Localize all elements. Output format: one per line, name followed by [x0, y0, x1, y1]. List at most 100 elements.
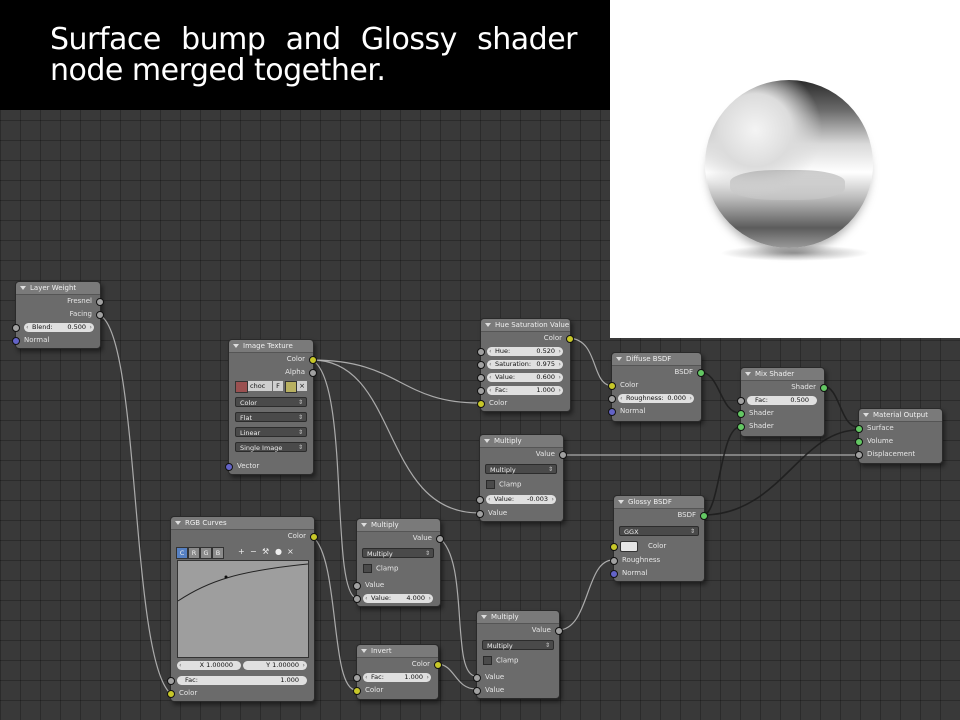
node-header[interactable]: Material Output — [859, 409, 942, 422]
socket-shader-1[interactable]: Shader — [737, 407, 824, 420]
node-header[interactable]: Multiply — [480, 435, 563, 448]
decrement-arrow[interactable]: ‹ — [26, 323, 29, 332]
value-field[interactable]: ‹ Value: 0.600 › — [487, 373, 563, 382]
socket-alpha[interactable]: Alpha — [229, 366, 317, 379]
socket-dot[interactable] — [855, 438, 863, 446]
socket-dot[interactable] — [700, 512, 708, 520]
tab-g[interactable]: G — [200, 547, 212, 559]
increment-arrow[interactable]: › — [689, 394, 692, 403]
socket-dot[interactable] — [697, 369, 705, 377]
collapse-icon[interactable] — [20, 286, 26, 290]
distribution-dropdown[interactable]: GGX ⇕ — [619, 526, 699, 536]
socket-dot[interactable] — [476, 510, 484, 518]
open-image-icon[interactable] — [285, 381, 297, 393]
tab-c[interactable]: C — [176, 547, 188, 559]
socket-dot[interactable] — [12, 324, 20, 332]
wrench-icon[interactable]: ⚒ — [262, 547, 269, 557]
socket-dot[interactable] — [477, 387, 485, 395]
socket-dot[interactable] — [225, 463, 233, 471]
socket-dot[interactable] — [608, 408, 616, 416]
socket-normal[interactable]: Normal — [12, 334, 100, 347]
decrement-arrow[interactable]: ‹ — [620, 394, 623, 403]
decrement-arrow[interactable]: ‹ — [365, 673, 368, 682]
curve-graph[interactable] — [177, 560, 309, 658]
collapse-icon[interactable] — [361, 649, 367, 653]
node-hue-saturation-value[interactable]: Hue Saturation Value Color ‹ Hue: 0.520 › ‹… — [477, 318, 574, 412]
y-coordinate-field[interactable]: Y 1.00000 › — [243, 661, 307, 670]
decrement-arrow[interactable]: ‹ — [488, 495, 491, 504]
zoom-in-icon[interactable]: + — [238, 547, 245, 557]
socket-dot[interactable] — [566, 335, 574, 343]
socket-dot[interactable] — [436, 535, 444, 543]
socket-surface[interactable]: Surface — [855, 422, 942, 435]
socket-dot[interactable] — [353, 687, 361, 695]
socket-displacement[interactable]: Displacement — [855, 448, 942, 461]
operation-dropdown[interactable]: Multiply ⇕ — [482, 640, 554, 650]
socket-dot[interactable] — [610, 543, 618, 551]
socket-dot[interactable] — [309, 356, 317, 364]
socket-dot[interactable] — [353, 674, 361, 682]
tab-r[interactable]: R — [188, 547, 200, 559]
increment-arrow[interactable]: › — [558, 386, 561, 395]
collapse-icon[interactable] — [175, 521, 181, 525]
socket-color[interactable]: Color — [610, 540, 712, 553]
node-material-output[interactable]: Material Output Surface Volume Displacem… — [855, 408, 943, 464]
socket-color-in[interactable]: Color — [167, 687, 322, 700]
collapse-icon[interactable] — [361, 523, 367, 527]
socket-color[interactable]: Color — [608, 379, 701, 392]
value-field[interactable]: ‹ Value: -0.003 › — [486, 495, 556, 504]
collapse-icon[interactable] — [484, 439, 490, 443]
zoom-out-icon[interactable]: − — [250, 547, 257, 557]
node-header[interactable]: Hue Saturation Value — [481, 319, 570, 332]
socket-dot[interactable] — [353, 582, 361, 590]
decrement-arrow[interactable]: ‹ — [489, 373, 492, 382]
socket-color-out[interactable]: Color — [171, 530, 318, 543]
socket-vector[interactable]: Vector — [225, 460, 321, 473]
projection-dropdown[interactable]: Flat ⇕ — [235, 412, 307, 422]
socket-dot[interactable] — [96, 298, 104, 306]
socket-value-in-2[interactable]: Value — [473, 684, 567, 697]
node-multiply-top[interactable]: Multiply Value Multiply ⇕ Clamp ‹ Value: -0… — [476, 434, 567, 522]
collapse-icon[interactable] — [863, 413, 869, 417]
curve-point[interactable] — [224, 575, 228, 579]
socket-dot[interactable] — [167, 677, 175, 685]
roughness-field[interactable]: ‹ Roughness: 0.000 › — [618, 394, 694, 403]
collapse-icon[interactable] — [485, 323, 491, 327]
saturation-field[interactable]: ‹ Saturation: 0.975 › — [487, 360, 563, 369]
socket-fresnel[interactable]: Fresnel — [16, 295, 104, 308]
socket-normal[interactable]: Normal — [610, 567, 712, 580]
decrement-arrow[interactable]: ‹ — [489, 360, 492, 369]
socket-value-out[interactable]: Value — [357, 532, 444, 545]
socket-dot[interactable] — [12, 337, 20, 345]
socket-dot[interactable] — [476, 496, 484, 504]
socket-dot[interactable] — [855, 425, 863, 433]
clamp-checkbox[interactable]: Clamp — [363, 564, 398, 573]
node-header[interactable]: Multiply — [357, 519, 440, 532]
socket-shader-2[interactable]: Shader — [737, 420, 824, 433]
clamp-checkbox[interactable]: Clamp — [486, 480, 521, 489]
socket-dot[interactable] — [310, 533, 318, 541]
socket-dot[interactable] — [820, 384, 828, 392]
collapse-icon[interactable] — [233, 344, 239, 348]
socket-volume[interactable]: Volume — [855, 435, 942, 448]
socket-color-in[interactable]: Color — [353, 684, 438, 697]
source-dropdown[interactable]: Single Image ⇕ — [235, 442, 307, 452]
socket-dot[interactable] — [96, 311, 104, 319]
socket-color-out[interactable]: Color — [481, 332, 574, 345]
socket-dot[interactable] — [353, 595, 361, 603]
delete-point-icon[interactable]: × — [287, 547, 294, 557]
decrement-arrow[interactable]: ‹ — [365, 594, 368, 603]
node-multiply-bottom[interactable]: Multiply Value Multiply ⇕ Clamp Value Val… — [473, 610, 563, 699]
fac-field[interactable]: ‹ Fac: 1.000 › — [487, 386, 563, 395]
hue-field[interactable]: ‹ Hue: 0.520 › — [487, 347, 563, 356]
clip-icon[interactable]: ● — [275, 547, 282, 557]
node-header[interactable]: RGB Curves — [171, 517, 314, 530]
socket-dot[interactable] — [477, 361, 485, 369]
socket-value-out[interactable]: Value — [480, 448, 567, 461]
fac-field[interactable]: ‹ Fac: 1.000 › — [363, 673, 431, 682]
socket-dot[interactable] — [610, 570, 618, 578]
node-header[interactable]: Multiply — [477, 611, 559, 624]
node-header[interactable]: Mix Shader — [741, 368, 824, 381]
increment-arrow[interactable]: › — [558, 360, 561, 369]
node-diffuse-bsdf[interactable]: Diffuse BSDF BSDF Color ‹ Roughness: 0.000… — [608, 352, 705, 422]
